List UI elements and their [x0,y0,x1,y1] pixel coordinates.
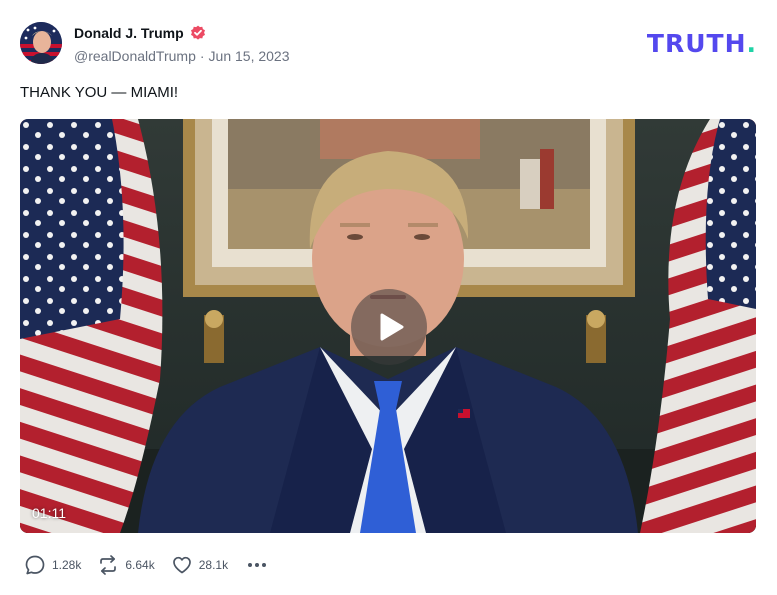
retruth-icon [100,555,117,575]
author-name[interactable]: Donald J. Trump [74,25,184,41]
avatar[interactable] [20,22,62,64]
reply-count: 1.28k [52,558,82,572]
author-meta: @realDonaldTrump · Jun 15, 2023 [74,47,290,65]
truth-post-card: Donald J. Trump @realDonaldTrump · Jun 1… [0,0,777,595]
reply-icon [25,555,45,575]
play-icon [380,313,404,341]
video-player[interactable]: 01:11 [20,119,756,533]
retruth-button[interactable]: 6.64k [97,554,155,576]
post-header: Donald J. Trump @realDonaldTrump · Jun 1… [20,20,757,66]
like-button[interactable]: 28.1k [171,554,228,576]
name-row: Donald J. Trump [74,23,290,43]
more-icon [248,563,267,567]
truth-logo-dot: . [746,29,757,58]
meta-separator: · [199,48,205,64]
truth-logo[interactable]: TRUTH. [647,29,757,58]
reply-button[interactable]: 1.28k [24,554,81,576]
retruth-count: 6.64k [125,558,155,572]
post-actions: 1.28k 6.64k 28.1k [24,553,268,577]
video-duration: 01:11 [32,505,66,521]
author-handle[interactable]: @realDonaldTrump [74,48,196,64]
author-block: Donald J. Trump @realDonaldTrump · Jun 1… [74,23,290,65]
truth-logo-text: TRUTH [646,29,747,58]
like-count: 28.1k [198,558,229,572]
verified-badge-icon [190,25,206,41]
post-text: THANK YOU — MIAMI! [20,84,179,101]
heart-icon [172,556,191,574]
play-button[interactable] [351,289,427,365]
more-options-button[interactable] [246,554,268,576]
post-date[interactable]: Jun 15, 2023 [209,48,290,64]
